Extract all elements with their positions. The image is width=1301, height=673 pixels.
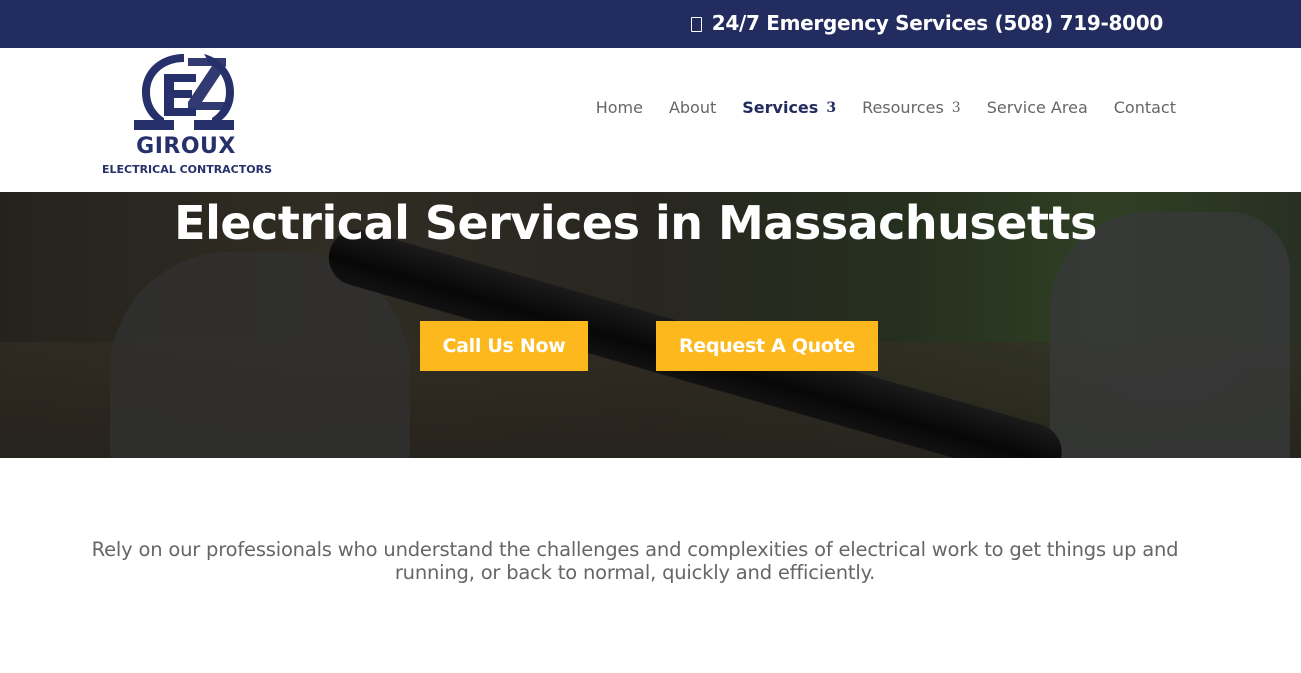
nav-item-label: Home [595,98,643,117]
nav-item-contact[interactable]: Contact [1114,98,1176,117]
logo-subtitle: ELECTRICAL CONTRACTORS [101,163,273,176]
main-nav: Home About Services 3 Resources 3 Servic… [596,98,1176,117]
call-us-now-button[interactable]: Call Us Now [420,321,588,371]
intro-tagline: Rely on our professionals who understand… [91,538,1179,584]
nav-item-label: Contact [1113,98,1176,117]
logo-link[interactable]: GIROUX ELECTRICAL CONTRACTORS [98,48,274,188]
chevron-down-icon: 3 [826,99,837,116]
nav-item-label: Services [742,98,819,117]
nav-item-resources[interactable]: Resources 3 [862,98,961,117]
hero-section: Electrical Services in Massachusetts Cal… [0,192,1301,458]
chevron-down-icon: 3 [951,99,961,116]
giroux-logo-mark [134,54,234,130]
nav-item-services[interactable]: Services 3 [742,98,836,117]
nav-item-home[interactable]: Home [596,98,643,117]
emergency-phone-link[interactable]: 24/7 Emergency Services (508) 719-8000 [690,11,1164,35]
hero-title: Electrical Services in Massachusetts [174,196,1097,250]
request-a-quote-button[interactable]: Request A Quote [656,321,878,371]
nav-item-service-area[interactable]: Service Area [987,98,1088,117]
phone-icon [690,16,702,32]
nav-item-about[interactable]: About [669,98,716,117]
site-header: GIROUX ELECTRICAL CONTRACTORS Home About… [0,48,1301,192]
top-bar: 24/7 Emergency Services (508) 719-8000 [0,0,1301,48]
nav-item-label: About [668,98,717,117]
logo-brand-text: GIROUX [136,134,236,159]
emergency-text: 24/7 Emergency Services (508) 719-8000 [711,11,1164,35]
nav-item-label: Resources [862,98,944,117]
nav-item-label: Service Area [986,98,1088,117]
